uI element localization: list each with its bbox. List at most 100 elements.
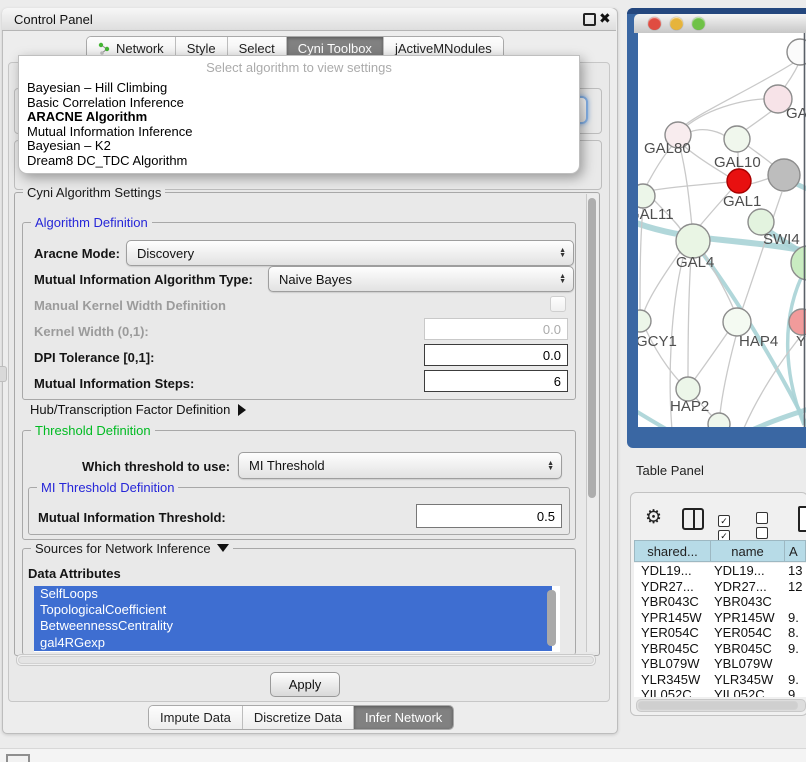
dropdown-item[interactable]: Mutual Information Inference [19,125,579,140]
aracne-mode-label: Aracne Mode: [34,246,120,261]
column-header-partial[interactable]: A [785,540,806,562]
table-row[interactable]: YBR043CYBR043C [634,594,806,610]
mi-steps-field[interactable] [424,370,568,392]
network-node[interactable] [787,39,806,65]
deselect-all-icon[interactable] [756,512,770,542]
network-node[interactable] [727,169,751,193]
close-traffic-light-icon[interactable] [648,17,661,30]
data-attributes-label: Data Attributes [28,566,121,581]
table-row[interactable]: YLR345WYLR345W9. [634,672,806,688]
network-edge [688,258,691,378]
network-canvas[interactable]: GALGAL80GAL10GAL1GAL11SWI4GAL4GCY1HAP4YH… [638,33,806,427]
dpi-tolerance-field[interactable] [424,344,568,366]
list-item[interactable]: TopologicalCoefficient [34,602,552,618]
table-cell: 9. [785,641,806,657]
algorithm-dropdown-list: Select algorithm to view settings Bayesi… [18,55,580,174]
chevron-updown-icon: ▲▼ [547,461,554,471]
table-h-scrollbar[interactable] [636,699,806,712]
table-cell: YDL19... [711,563,785,579]
cyni-settings-title: Cyni Algorithm Settings [23,185,165,200]
dropdown-item[interactable]: Basic Correlation Inference [19,96,579,111]
network-node-label: GAL1 [723,193,761,210]
aracne-mode-combobox[interactable]: Discovery ▲▼ [126,240,574,266]
table-row[interactable]: YIL052CYIL052C9. [634,687,806,697]
table-cell: YER054C [711,625,785,641]
manual-kernel-label: Manual Kernel Width Definition [34,298,226,313]
network-node[interactable] [638,310,651,332]
tab-impute-data[interactable]: Impute Data [149,706,242,729]
column-header-name[interactable]: name [711,540,785,562]
table-h-scrollbar-thumb[interactable] [638,701,798,710]
collapsed-panel-button[interactable] [6,754,30,762]
network-edge [694,332,728,380]
minimize-traffic-light-icon[interactable] [670,17,683,30]
mi-threshold-field[interactable] [416,504,562,528]
network-node[interactable] [724,126,750,152]
mi-threshold-group-title: MI Threshold Definition [37,480,178,495]
list-item[interactable]: BetweennessCentrality [34,618,552,634]
file-icon[interactable] [798,506,806,532]
which-threshold-label: Which threshold to use: [82,459,230,474]
table-cell: YIL052C [711,687,785,697]
network-node-label: GAL80 [644,140,691,157]
float-icon[interactable] [583,13,596,26]
network-node-label: HAP2 [670,398,709,415]
table-cell [785,656,806,672]
table-row[interactable]: YDR27...YDR27...12 [634,579,806,595]
threshold-definition-title: Threshold Definition [31,423,155,438]
network-node-label: HAP4 [739,333,778,350]
table-row[interactable]: YBR045CYBR045C9. [634,641,806,657]
panel-splitter[interactable] [0,366,7,382]
network-node[interactable] [638,184,655,208]
mi-steps-label: Mutual Information Steps: [34,376,194,391]
table-cell: YBR043C [711,594,785,610]
network-edge [750,178,770,184]
settings-scrollbar-thumb[interactable] [588,198,596,498]
screen: Control Panel ✖ Network Style Select Cyn… [0,0,806,762]
table-cell: YLR345W [711,672,785,688]
settings-h-scrollbar[interactable] [16,654,596,666]
list-item[interactable]: SelfLoops [34,586,552,602]
column-header-shared[interactable]: shared... [634,540,711,562]
columns-icon[interactable] [682,508,704,530]
settings-h-scrollbar-thumb[interactable] [18,656,594,664]
table-row[interactable]: YBL079WYBL079W [634,656,806,672]
network-edge [690,130,726,137]
gear-icon[interactable]: ⚙ [645,506,662,529]
dropdown-item[interactable]: Bayesian – K2 [19,139,579,154]
list-scrollbar-thumb[interactable] [547,590,556,646]
dropdown-item-selected[interactable]: ARACNE Algorithm [19,110,579,125]
hub-definition-expander[interactable]: Hub/Transcription Factor Definition [30,402,246,417]
list-item[interactable]: gal4RGexp [34,635,552,651]
close-icon[interactable]: ✖ [599,10,611,27]
network-node-label: GAL [786,105,806,122]
sources-group-title[interactable]: Sources for Network Inference [31,541,233,556]
network-node[interactable] [723,308,751,336]
mi-type-label: Mutual Information Algorithm Type: [34,272,253,287]
tab-discretize-data[interactable]: Discretize Data [242,706,353,729]
dropdown-item[interactable]: Dream8 DC_TDC Algorithm [19,154,579,169]
kernel-width-label: Kernel Width (0,1): [34,324,149,339]
control-panel-titlebar [2,8,616,31]
select-all-icon[interactable]: ✓✓ [718,512,732,542]
network-node[interactable] [768,159,800,191]
kernel-width-field[interactable] [424,318,568,340]
threshold-combobox[interactable]: MI Threshold ▲▼ [238,452,562,479]
table-row[interactable]: YPR145WYPR145W9. [634,610,806,626]
dropdown-item[interactable]: Bayesian – Hill Climbing [19,81,579,96]
manual-kernel-checkbox[interactable] [550,296,566,312]
settings-scrollbar[interactable] [586,194,598,652]
network-edge [684,99,770,128]
zoom-traffic-light-icon[interactable] [692,17,705,30]
apply-button[interactable]: Apply [270,672,340,697]
table-body: YDL19...YDL19...13YDR27...YDR27...12YBR0… [634,563,806,697]
chevron-updown-icon: ▲▼ [559,248,566,258]
tab-infer-network[interactable]: Infer Network [353,706,453,729]
table-cell: YIL052C [634,687,711,697]
network-node-label: GAL10 [714,154,761,171]
mi-type-combobox[interactable]: Naive Bayes ▲▼ [268,266,574,292]
network-window-titlebar [634,14,806,33]
network-node[interactable] [676,224,710,258]
table-row[interactable]: YDL19...YDL19...13 [634,563,806,579]
table-row[interactable]: YER054CYER054C8. [634,625,806,641]
